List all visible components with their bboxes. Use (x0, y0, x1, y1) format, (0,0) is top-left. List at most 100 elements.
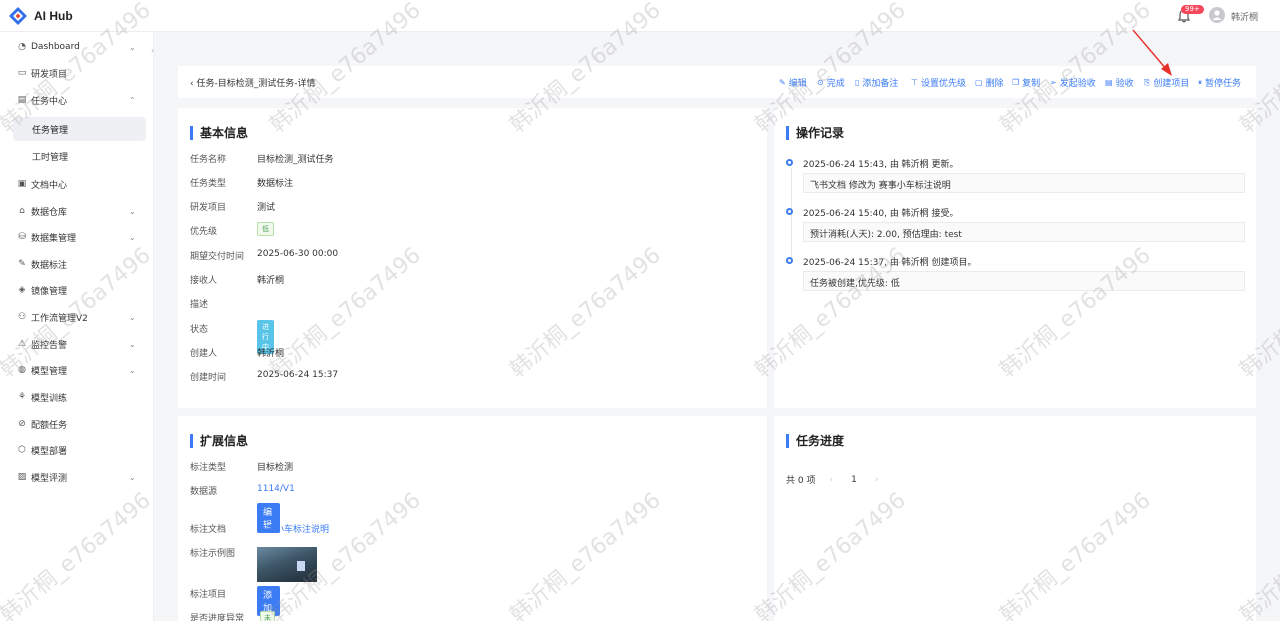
timeline-detail: 飞书文档 修改为 赛事小车标注说明 (803, 173, 1245, 193)
timeline-dot (786, 159, 793, 166)
sidebar: ◔ Dashboard ⌄ ▭ 研发项目 ▤ 任务中心 ⌃ 任务管理 工时管理 … (0, 32, 154, 621)
sidebar-item-evaluate[interactable]: ▨ 模型评测 ⌄ (0, 465, 154, 489)
chevron-down-icon: ⌄ (129, 232, 136, 242)
timeline-dot (786, 257, 793, 264)
example-thumbnail[interactable] (257, 547, 317, 582)
timeline-entry: 2025-06-24 15:37, 由 韩沂桐 创建项目。 (803, 258, 977, 268)
complete-button[interactable]: ⊙ 完成 (817, 76, 845, 89)
sidebar-item-dashboard[interactable]: ◔ Dashboard ⌄ (0, 35, 154, 59)
docker-icon: ◈ (18, 285, 26, 295)
sidebar-item-label: 任务管理 (32, 125, 69, 136)
dashboard-icon: ◔ (18, 42, 26, 52)
field-value: 数据标注 (257, 179, 294, 189)
field-value: 2025-06-24 15:37 (257, 370, 339, 380)
note-icon: ▯ (855, 78, 860, 87)
sidebar-item-warehouse[interactable]: ⌂ 数据仓库 ⌄ (0, 199, 154, 223)
user-icon (1212, 10, 1222, 20)
action-label: 复制 (1022, 79, 1041, 89)
sidebar-item-monitoring[interactable]: ⚠ 监控告警 ⌄ (0, 332, 154, 356)
back-breadcrumb[interactable]: ‹ 任务-目标检测_测试任务-详情 (190, 76, 315, 89)
notification-badge: 99+ (1181, 5, 1204, 14)
delete-button[interactable]: ▢ 删除 (975, 76, 1004, 89)
card-title: 任务进度 (786, 434, 844, 448)
send-icon: ➢ (1050, 78, 1057, 87)
datasource-link[interactable]: 1114/V1 (257, 484, 295, 494)
collapse-sidebar-icon[interactable]: ‹ (151, 46, 154, 55)
sidebar-item-label: 模型评测 (31, 473, 68, 484)
page-number[interactable]: 1 (851, 475, 857, 485)
sidebar-item-label: 镜像管理 (31, 286, 68, 297)
pause-task-button[interactable]: ⏸ 暂停任务 (1198, 76, 1242, 90)
document-icon: ▣ (17, 179, 27, 189)
sidebar-item-deploy[interactable]: ⬡ 模型部署 (0, 438, 154, 462)
workflow-icon: ⚇ (17, 312, 27, 322)
field-label: 创建时间 (190, 373, 227, 383)
delete-icon: ▢ (975, 78, 983, 87)
field-label: 期望交付时间 (190, 252, 245, 262)
username[interactable]: 韩沂桐 (1231, 10, 1258, 23)
edit-button[interactable]: ✎ 编辑 (779, 76, 807, 89)
sidebar-item-task-management[interactable]: 任务管理 (13, 117, 146, 141)
field-label: 接收人 (190, 276, 218, 286)
chevron-up-icon: ⌃ (129, 95, 136, 105)
action-label: 完成 (826, 79, 845, 89)
field-label: 任务类型 (190, 179, 227, 189)
field-label: 研发项目 (190, 203, 227, 213)
sidebar-item-label: 文档中心 (31, 180, 68, 191)
app-logo[interactable]: AI Hub (8, 6, 73, 26)
sidebar-item-models[interactable]: ◍ 模型管理 ⌄ (0, 358, 154, 382)
action-label: 添加备注 (862, 79, 899, 89)
action-label: 暂停任务 (1205, 79, 1242, 89)
add-note-button[interactable]: ▯ 添加备注 (855, 76, 898, 89)
avatar[interactable] (1209, 7, 1225, 23)
anomaly-tag: 未知 (260, 611, 275, 621)
annotate-icon: ✎ (18, 259, 26, 269)
database-icon: ⛁ (18, 232, 26, 242)
field-value: 韩沂桐 (257, 349, 285, 359)
action-label: 发起验收 (1059, 79, 1096, 89)
app-title: AI Hub (34, 9, 73, 23)
card-title: 基本信息 (190, 126, 248, 140)
sidebar-item-quota[interactable]: ⊘ 配额任务 (0, 412, 154, 436)
pause-icon: ⏸ (1198, 77, 1202, 87)
field-label: 创建人 (190, 349, 218, 359)
sidebar-item-worktime[interactable]: 工时管理 (0, 144, 154, 168)
sidebar-item-workflow[interactable]: ⚇ 工作流管理V2 ⌄ (0, 305, 154, 329)
field-label: 是否进度异常 (190, 614, 245, 621)
sidebar-item-label: 研发项目 (31, 69, 68, 80)
card-title: 扩展信息 (190, 434, 248, 448)
sidebar-item-task-center[interactable]: ▤ 任务中心 ⌃ (0, 88, 154, 112)
field-label: 数据源 (190, 487, 218, 497)
sidebar-item-annotation[interactable]: ✎ 数据标注 (0, 252, 154, 276)
chevron-down-icon: ⌄ (129, 42, 136, 52)
chevron-down-icon: ⌄ (129, 206, 136, 216)
timeline-entry: 2025-06-24 15:40, 由 韩沂桐 接受。 (803, 209, 959, 219)
sidebar-item-training[interactable]: ⚘ 模型训练 (0, 385, 154, 409)
doc-link[interactable]: 赛事小车标注说明 (257, 522, 329, 535)
copy-button[interactable]: ❐ 复制 (1012, 76, 1040, 89)
copy-icon: ❐ (1012, 78, 1020, 87)
sidebar-item-docs[interactable]: ▣ 文档中心 (0, 172, 154, 196)
sidebar-item-label: 数据标注 (31, 260, 68, 271)
sidebar-item-label: 任务中心 (31, 96, 68, 107)
top-bar: AI Hub 99+ 韩沂桐 (0, 0, 1280, 32)
sidebar-item-datasets[interactable]: ⛁ 数据集管理 ⌄ (0, 225, 154, 249)
check-circle-icon: ⊙ (817, 78, 824, 87)
sidebar-item-label: 模型训练 (31, 393, 68, 404)
sidebar-item-images[interactable]: ◈ 镜像管理 (0, 278, 154, 302)
evaluate-icon: ▨ (17, 472, 27, 482)
priority-tag: 低 (257, 222, 274, 236)
field-label: 标注文档 (190, 525, 227, 535)
chevron-left-icon[interactable]: ‹ (829, 475, 833, 485)
field-label: 优先级 (190, 227, 218, 237)
set-priority-button[interactable]: ⊤ 设置优先级 (911, 76, 966, 89)
sidebar-item-label: 模型管理 (31, 366, 68, 377)
model-icon: ◍ (18, 365, 26, 375)
sidebar-item-projects[interactable]: ▭ 研发项目 (0, 61, 154, 85)
sidebar-item-label: 数据集管理 (31, 233, 77, 244)
timeline-entry: 2025-06-24 15:43, 由 韩沂桐 更新。 (803, 160, 959, 170)
task-icon: ▤ (17, 95, 27, 105)
request-acceptance-button[interactable]: ➢ 发起验收 (1050, 76, 1096, 89)
action-label: 设置优先级 (920, 79, 966, 89)
chevron-right-icon[interactable]: › (875, 475, 879, 485)
